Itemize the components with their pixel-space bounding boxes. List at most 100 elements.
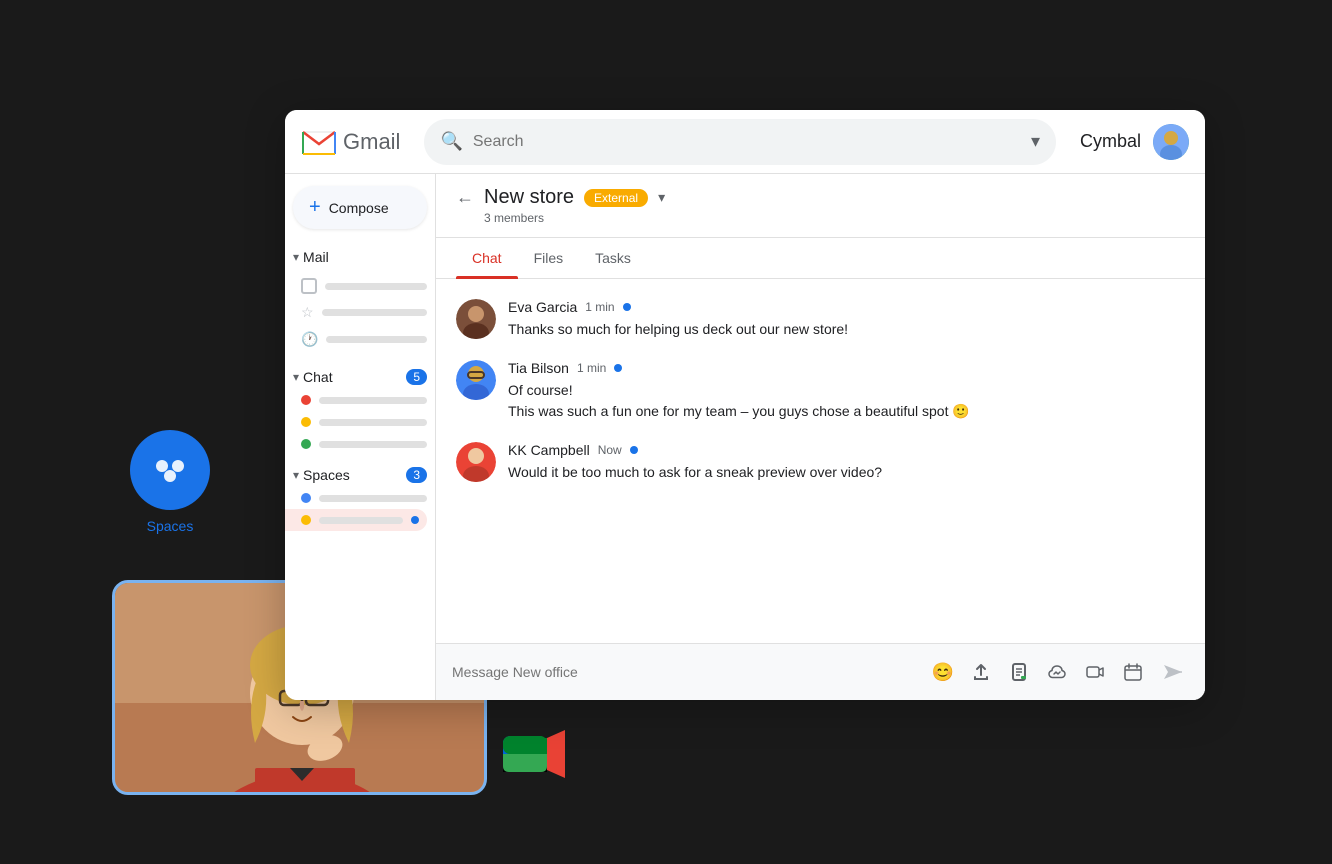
spaces-chevron-icon: ▾ — [293, 468, 299, 482]
chat-line-3 — [319, 441, 427, 448]
cymbal-label: Cymbal — [1080, 131, 1141, 152]
chat-section-header[interactable]: ▾ Chat 5 — [285, 365, 435, 389]
messages-area: Eva Garcia 1 min Thanks so much for help… — [436, 279, 1205, 643]
message-2-header: Tia Bilson 1 min — [508, 360, 1185, 376]
mail-item-starred[interactable]: ☆ — [285, 299, 435, 326]
time-1: 1 min — [585, 300, 614, 314]
message-2: Tia Bilson 1 min Of course!This was such… — [456, 360, 1185, 422]
online-dot-1 — [623, 303, 631, 311]
sender-3: KK Campbell — [508, 442, 590, 458]
tab-tasks[interactable]: Tasks — [579, 238, 647, 278]
sidebar: + Compose ▾ Mail ☆ — [285, 174, 435, 700]
main-content: + Compose ▾ Mail ☆ — [285, 174, 1205, 700]
mail-section-header[interactable]: ▾ Mail — [285, 245, 435, 269]
online-dot-3 — [630, 446, 638, 454]
upload-icon — [971, 662, 991, 682]
sidebar-section-spaces: ▾ Spaces 3 — [285, 463, 435, 531]
search-dropdown-icon[interactable]: ▾ — [1031, 131, 1040, 152]
members-count: 3 members — [484, 211, 1185, 225]
top-bar: Gmail 🔍 ▾ Cymbal — [285, 110, 1205, 174]
starred-line — [322, 309, 427, 316]
message-1-header: Eva Garcia 1 min — [508, 299, 1185, 315]
meet-logo — [500, 720, 570, 790]
mail-items: ☆ 🕐 — [285, 269, 435, 357]
avatar-kk-svg — [456, 442, 496, 482]
clock-icon: 🕐 — [301, 331, 318, 348]
recent-line — [326, 336, 427, 343]
spaces-svg — [148, 448, 192, 492]
tab-chat[interactable]: Chat — [456, 238, 518, 278]
spaces-bubble[interactable]: Spaces — [130, 430, 210, 534]
search-input[interactable] — [473, 133, 1021, 151]
compose-label: Compose — [329, 200, 389, 216]
message-3-content: KK Campbell Now Would it be too much to … — [508, 442, 1185, 483]
gmail-window: Gmail 🔍 ▾ Cymbal + Comp — [285, 110, 1205, 700]
video-button[interactable] — [1079, 656, 1111, 688]
spaces-dot-2 — [301, 515, 311, 525]
compose-button[interactable]: + Compose — [293, 186, 427, 229]
title-dropdown-icon[interactable]: ▾ — [658, 189, 665, 206]
send-icon — [1162, 661, 1184, 683]
chat-line-1 — [319, 397, 427, 404]
inbox-line — [325, 283, 427, 290]
message-2-content: Tia Bilson 1 min Of course!This was such… — [508, 360, 1185, 422]
spaces-icon — [130, 430, 210, 510]
top-bar-right: Cymbal — [1080, 124, 1189, 160]
mail-item-inbox[interactable] — [285, 273, 435, 299]
message-3: KK Campbell Now Would it be too much to … — [456, 442, 1185, 483]
chat-header: ← New store External ▾ 3 members — [436, 174, 1205, 238]
m-logo-svg — [301, 124, 337, 160]
spaces-section-label: Spaces — [303, 467, 350, 483]
spaces-dot-end — [411, 516, 419, 524]
online-dot-2 — [614, 364, 622, 372]
mail-item-recent[interactable]: 🕐 — [285, 326, 435, 353]
chat-item-3[interactable] — [285, 433, 435, 455]
spaces-badge: 3 — [406, 467, 427, 483]
avatar-eva-garcia — [456, 299, 496, 339]
external-badge: External — [584, 189, 648, 207]
doc-button[interactable] — [1003, 656, 1035, 688]
sender-2: Tia Bilson — [508, 360, 569, 376]
chat-dot-1 — [301, 395, 311, 405]
calendar-button[interactable] — [1117, 656, 1149, 688]
avatar-eva-svg — [456, 299, 496, 339]
spaces-dot-1 — [301, 493, 311, 503]
message-text-2: Of course!This was such a fun one for my… — [508, 380, 1185, 422]
spaces-section-header[interactable]: ▾ Spaces 3 — [285, 463, 435, 487]
emoji-button[interactable]: 😊 — [927, 656, 959, 688]
mail-section-label: Mail — [303, 249, 329, 265]
image-cloud-icon — [1047, 662, 1067, 682]
message-1: Eva Garcia 1 min Thanks so much for help… — [456, 299, 1185, 340]
video-icon — [1085, 662, 1105, 682]
chat-tabs: Chat Files Tasks — [436, 238, 1205, 279]
avatar-svg — [1153, 124, 1189, 160]
meet-svg — [500, 720, 570, 790]
sidebar-section-mail: ▾ Mail ☆ 🕐 — [285, 245, 435, 357]
tab-files[interactable]: Files — [518, 238, 580, 278]
spaces-item-2-highlight[interactable] — [285, 509, 427, 531]
chat-line-2 — [319, 419, 427, 426]
back-button[interactable]: ← — [456, 187, 474, 208]
search-icon: 🔍 — [440, 131, 462, 152]
chat-header-top: ← New store External ▾ — [456, 186, 1185, 209]
input-toolbar: 😊 — [927, 656, 1149, 688]
sender-1: Eva Garcia — [508, 299, 577, 315]
chat-dot-3 — [301, 439, 311, 449]
spaces-item-1[interactable] — [285, 487, 435, 509]
upload-button[interactable] — [965, 656, 997, 688]
time-3: Now — [598, 443, 622, 457]
send-button[interactable] — [1157, 656, 1189, 688]
chat-badge: 5 — [406, 369, 427, 385]
message-text-3: Would it be too much to ask for a sneak … — [508, 462, 1185, 483]
chat-item-1[interactable] — [285, 389, 435, 411]
message-1-content: Eva Garcia 1 min Thanks so much for help… — [508, 299, 1185, 340]
avatar-kk-campbell — [456, 442, 496, 482]
user-avatar[interactable] — [1153, 124, 1189, 160]
time-2: 1 min — [577, 361, 606, 375]
star-icon: ☆ — [301, 304, 314, 321]
message-input[interactable] — [452, 664, 919, 680]
search-bar[interactable]: 🔍 ▾ — [424, 119, 1056, 165]
chat-item-2[interactable] — [285, 411, 435, 433]
image-button[interactable] — [1041, 656, 1073, 688]
gmail-logo: Gmail — [301, 124, 400, 160]
